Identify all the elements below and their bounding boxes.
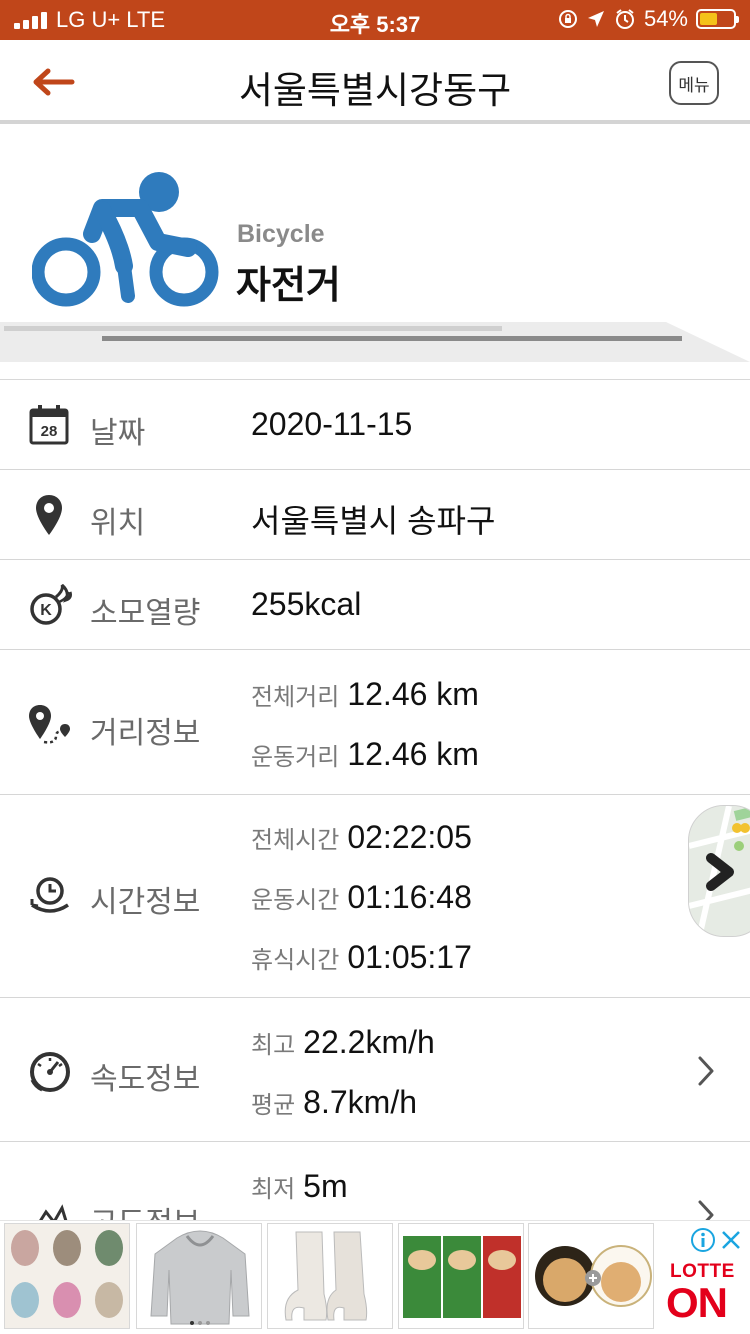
chevron-right-icon[interactable] <box>696 1055 716 1087</box>
ad-product-hoodie[interactable] <box>136 1223 262 1329</box>
dumplings-image <box>399 1224 523 1328</box>
ad-brand-bottom: ON <box>666 1279 728 1326</box>
ad-banner[interactable]: LOTTE ON <box>0 1220 750 1334</box>
lotte-on-logo[interactable]: LOTTE ON <box>660 1227 746 1327</box>
boots-image <box>268 1224 392 1328</box>
app-header: 서울특별시강동구 메뉴 <box>0 40 750 124</box>
distance-exercise-label: 운동거리 <box>251 744 340 771</box>
menu-button[interactable]: 메뉴 <box>669 61 719 105</box>
location-row: 위치 서울특별시 송파구 <box>0 470 750 560</box>
time-exercise-label: 운동시간 <box>251 887 340 914</box>
calories-label: 소모열량 <box>90 597 201 630</box>
distance-route-icon <box>29 705 70 744</box>
map-thumbnail-button[interactable] <box>688 805 750 937</box>
ad-product-dumplings[interactable] <box>398 1223 524 1329</box>
location-pin-icon <box>36 495 62 535</box>
location-label: 위치 <box>90 507 146 540</box>
speedometer-icon <box>30 1052 70 1092</box>
altitude-min: 최저 5m <box>251 1168 348 1205</box>
time-rest-label: 휴식시간 <box>251 947 340 974</box>
speed-max-value: 22.2km/h <box>303 1024 435 1060</box>
battery-icon <box>696 9 739 29</box>
altitude-min-label: 최저 <box>251 1176 296 1203</box>
bicycle-icon <box>32 172 219 307</box>
date-label: 날짜 <box>90 417 146 450</box>
svg-text:K: K <box>40 602 52 619</box>
map-preview-icon <box>689 806 750 936</box>
speed-max: 최고 22.2km/h <box>251 1024 435 1061</box>
clock-history-icon <box>30 877 69 913</box>
speed-avg-label: 평균 <box>251 1092 296 1119</box>
svg-text:28: 28 <box>41 423 58 440</box>
distance-exercise-value: 12.46 km <box>347 736 479 772</box>
speed-avg: 평균 8.7km/h <box>251 1084 417 1121</box>
distance-label: 거리정보 <box>90 717 201 750</box>
calendar-icon: 28 <box>29 405 69 445</box>
time-rest: 휴식시간 01:05:17 <box>251 939 472 976</box>
time-total-value: 02:22:05 <box>347 819 472 855</box>
time-exercise-value: 01:16:48 <box>347 879 472 915</box>
activity-type-en: Bicycle <box>237 220 325 248</box>
slippers-image <box>5 1224 129 1328</box>
distance-row: 거리정보 전체거리 12.46 km 운동거리 12.46 km <box>0 650 750 795</box>
activity-type-ko: 자전거 <box>236 265 341 307</box>
page-title: 서울특별시강동구 <box>238 70 512 111</box>
ad-info-icon[interactable] <box>690 1227 716 1253</box>
time-rest-value: 01:05:17 <box>347 939 472 975</box>
time-exercise: 운동시간 01:16:48 <box>251 879 472 916</box>
rotation-lock-icon <box>558 10 577 28</box>
date-row: 28 날짜 2020-11-15 <box>0 380 750 470</box>
hoodie-image <box>137 1224 261 1328</box>
calories-row: K 소모열량 255kcal <box>0 560 750 650</box>
date-value: 2020-11-15 <box>251 406 413 442</box>
cushion-image <box>529 1224 653 1328</box>
calories-value: 255kcal <box>251 586 362 622</box>
location-value: 서울특별시 송파구 <box>251 503 496 539</box>
speed-avg-value: 8.7km/h <box>303 1084 417 1120</box>
ad-product-boots[interactable] <box>267 1223 393 1329</box>
speed-row[interactable]: 속도정보 최고 22.2km/h 평균 8.7km/h <box>0 998 750 1142</box>
alarm-icon <box>615 9 634 29</box>
location-arrow-icon <box>587 11 604 27</box>
status-bar: LG U+ LTE 오후 5:37 54% <box>0 0 750 40</box>
ad-product-slippers[interactable] <box>4 1223 130 1329</box>
ad-close-icon[interactable] <box>720 1229 742 1251</box>
distance-total-value: 12.46 km <box>347 676 479 712</box>
time-total: 전체시간 02:22:05 <box>251 819 472 856</box>
speed-max-label: 최고 <box>251 1032 296 1059</box>
distance-exercise: 운동거리 12.46 km <box>251 736 479 773</box>
distance-total: 전체거리 12.46 km <box>251 676 479 713</box>
ad-product-cushion[interactable] <box>528 1223 654 1329</box>
altitude-min-value: 5m <box>303 1168 348 1204</box>
activity-hero: Bicycle 자전거 <box>0 128 750 380</box>
battery-percent: 54% <box>643 6 688 31</box>
time-row[interactable]: 시간정보 전체시간 02:22:05 운동시간 01:16:48 휴식시간 01… <box>0 795 750 998</box>
calorie-flame-icon: K <box>30 584 72 625</box>
time-total-label: 전체시간 <box>251 827 340 854</box>
distance-total-label: 전체거리 <box>251 684 340 711</box>
speed-label: 속도정보 <box>90 1063 201 1096</box>
time-label: 시간정보 <box>90 886 201 919</box>
